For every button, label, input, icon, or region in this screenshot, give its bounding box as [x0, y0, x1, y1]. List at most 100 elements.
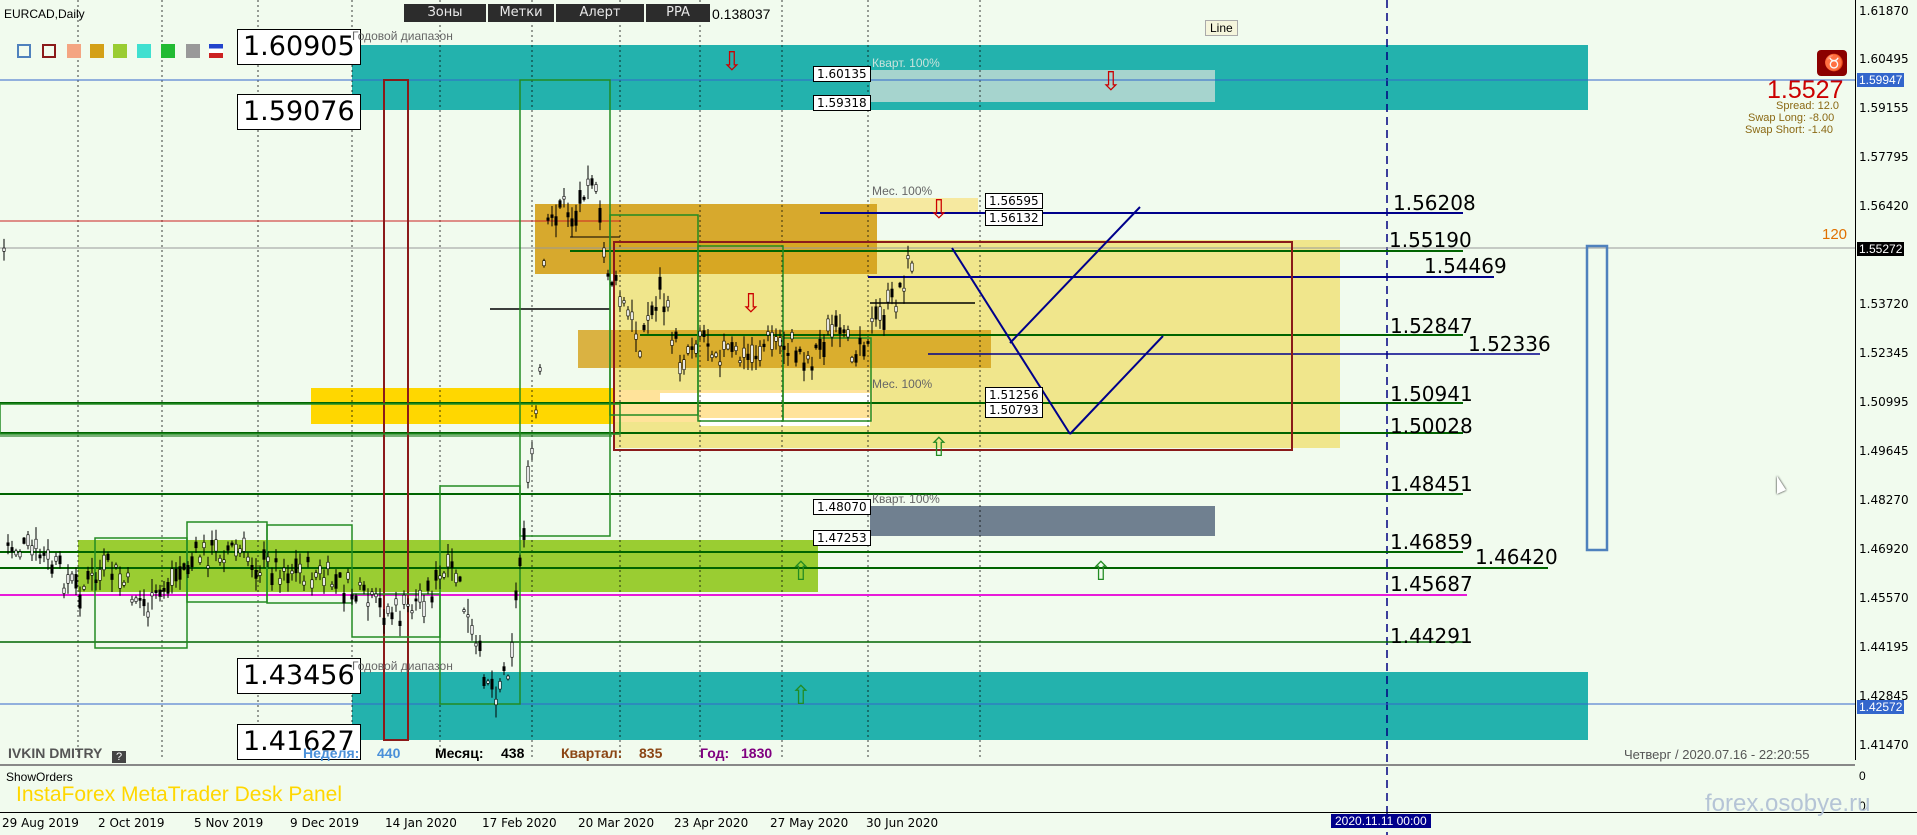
candle-body — [630, 311, 634, 321]
candle-body — [546, 217, 550, 221]
week-stat-label: Неделя: — [303, 745, 360, 761]
time-tick: 27 May 2020 — [770, 816, 849, 830]
candle-body — [302, 580, 306, 586]
price-marker: 1.42572 — [1857, 700, 1905, 714]
candle-body — [266, 556, 270, 562]
swatch-blue[interactable] — [17, 44, 31, 58]
cursor-arrow-icon — [1777, 476, 1786, 494]
help-button[interactable]: ? — [112, 751, 127, 763]
candle-body — [46, 549, 50, 560]
candle-body — [78, 594, 82, 609]
swatch-lime[interactable] — [113, 44, 127, 58]
week-stat: 440 — [377, 745, 401, 761]
candle-body — [230, 542, 234, 546]
level-box: 1.48070 — [813, 499, 871, 515]
candle-body — [670, 339, 674, 346]
candle-body — [694, 343, 698, 354]
candle-body — [726, 343, 730, 350]
year-high-level: 1.60905 — [237, 29, 361, 65]
candle-body — [94, 579, 98, 584]
candle-body — [678, 362, 682, 375]
chart-window[interactable]: EURCAD,Daily Зоны Метки Алерт PPA 0.1380… — [0, 0, 1917, 835]
candle-body — [882, 315, 886, 330]
candle-body — [318, 565, 322, 575]
tab-alert[interactable]: Алерт — [556, 4, 644, 22]
candle-body — [538, 367, 542, 372]
time-tick: 29 Aug 2019 — [2, 816, 79, 830]
candle-body — [862, 345, 866, 357]
price-tick: 1.44195 — [1859, 640, 1909, 654]
candle-body — [842, 329, 846, 333]
candle-body — [206, 565, 210, 569]
author-label: IVKIN DMITRY — [8, 745, 103, 761]
candle-body — [562, 196, 566, 200]
candle-body — [758, 346, 762, 361]
candle-body — [254, 569, 258, 579]
month-label: Мес. 100% — [872, 377, 933, 391]
candle-body — [114, 564, 118, 568]
candle-body — [98, 569, 102, 581]
level-box: 1.47253 — [813, 530, 871, 546]
swatch-red[interactable] — [42, 44, 56, 58]
arrow-up-icon: ⇧ — [1090, 556, 1112, 586]
candle-body — [430, 596, 434, 603]
candle-body — [258, 572, 262, 576]
candle-body — [474, 642, 478, 647]
candle-body — [542, 260, 546, 267]
candle-body — [398, 620, 402, 626]
arrow-up-icon: ⇧ — [928, 432, 950, 462]
candle-body — [762, 343, 766, 348]
candle-body — [58, 555, 62, 565]
candle-body — [166, 582, 170, 594]
candle-body — [218, 557, 222, 563]
candle-body — [274, 558, 278, 563]
candle-body — [410, 610, 414, 614]
candle-body — [794, 350, 798, 363]
time-axis[interactable] — [0, 812, 1917, 813]
candle-body — [570, 218, 574, 227]
swatch-flag[interactable] — [209, 44, 223, 58]
swatch-cyan[interactable] — [137, 44, 151, 58]
time-tick: 14 Jan 2020 — [385, 816, 457, 830]
price-tick: 1.45570 — [1859, 591, 1909, 605]
desk-panel-label[interactable]: InstaForex MetaTrader Desk Panel — [16, 783, 342, 807]
candle-body — [746, 353, 750, 360]
candle-body — [214, 539, 218, 552]
candle-body — [826, 318, 830, 332]
candle-body — [482, 676, 486, 686]
candle-body — [346, 572, 350, 580]
candle-body — [154, 590, 158, 593]
tab-zones[interactable]: Зоны — [404, 4, 486, 22]
candle-body — [702, 330, 706, 338]
candle-body — [330, 584, 334, 588]
candle-body — [282, 567, 286, 572]
candle-body — [722, 340, 726, 350]
candle-body — [126, 572, 130, 578]
tab-ppa[interactable]: PPA — [646, 4, 710, 22]
level-label: 1.46859 — [1390, 530, 1473, 554]
tab-labels[interactable]: Метки — [488, 4, 554, 22]
candle-body — [170, 568, 174, 586]
level-label: 1.55190 — [1389, 228, 1472, 252]
line-button[interactable]: Line — [1205, 20, 1238, 36]
swatch-gray[interactable] — [186, 44, 200, 58]
candle-body — [866, 341, 870, 344]
swatch-salmon[interactable] — [67, 44, 81, 58]
swatch-orange[interactable] — [90, 44, 104, 58]
candle-body — [426, 580, 430, 591]
candle-body — [138, 598, 142, 601]
level-label: 1.45687 — [1390, 572, 1473, 596]
candle-body — [178, 566, 182, 580]
swatch-green[interactable] — [161, 44, 175, 58]
candle-body — [158, 589, 162, 597]
candle-body — [710, 354, 714, 358]
candle-body — [610, 282, 614, 286]
candle-body — [226, 545, 230, 551]
candle-body — [498, 681, 502, 690]
subwindow-separator[interactable] — [0, 764, 1855, 766]
candle-body — [602, 247, 606, 258]
candle-body — [646, 315, 650, 321]
candle-body — [850, 357, 854, 363]
candle-body — [494, 698, 498, 706]
candle-body — [374, 593, 378, 598]
